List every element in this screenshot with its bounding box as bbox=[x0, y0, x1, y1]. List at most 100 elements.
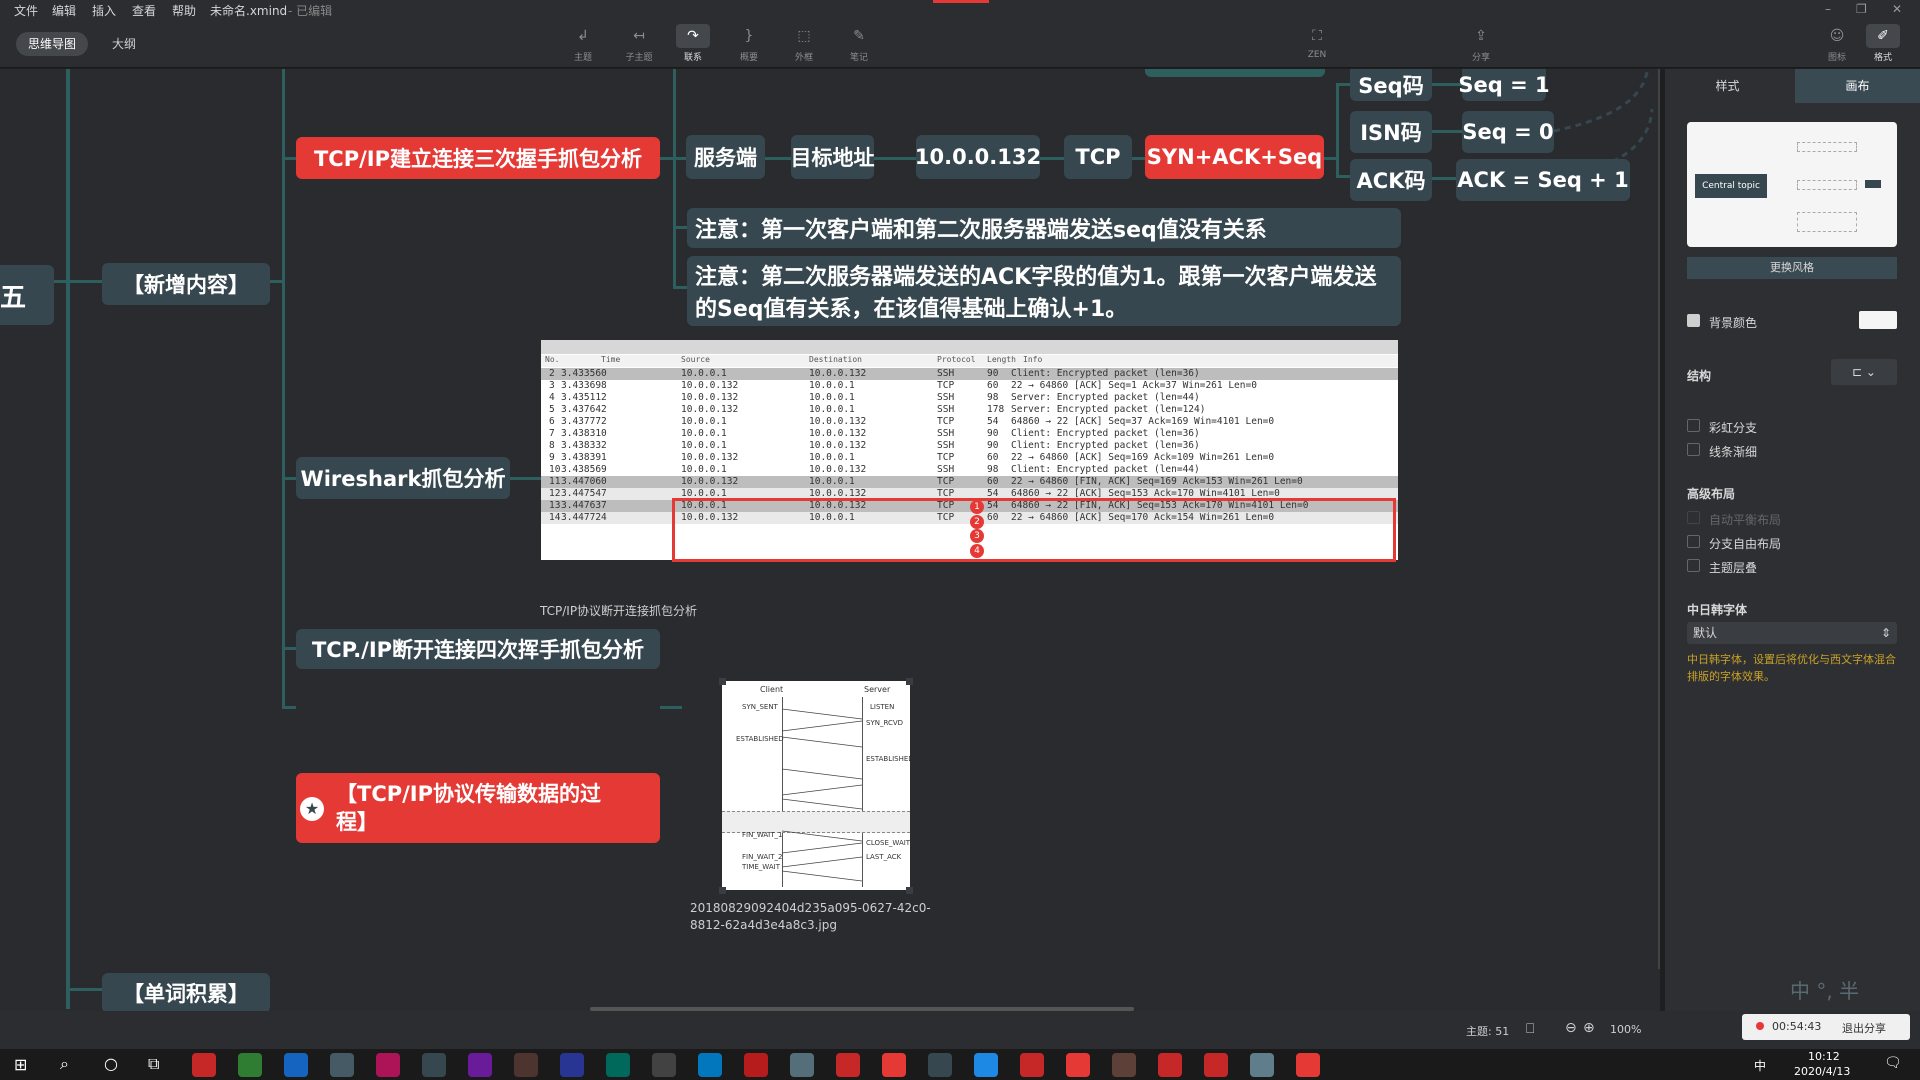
topic-tcp[interactable]: TCP bbox=[1064, 135, 1132, 179]
taper-checkbox[interactable] bbox=[1687, 443, 1700, 456]
app-icon[interactable] bbox=[284, 1053, 308, 1077]
exit-share-button[interactable]: 退出分享 bbox=[1842, 1020, 1886, 1036]
search-icon[interactable]: ⌕ bbox=[60, 1054, 69, 1074]
subtopic-tool[interactable]: ↤ 子主题 bbox=[616, 22, 662, 66]
style-preview[interactable]: Central topic bbox=[1687, 122, 1897, 247]
relationship-tool[interactable]: ↷ 联系 bbox=[670, 22, 716, 66]
parent-topic-stub[interactable]: 五 bbox=[0, 265, 54, 325]
rainbow-checkbox[interactable] bbox=[1687, 419, 1700, 432]
menu-insert[interactable]: 插入 bbox=[92, 2, 116, 19]
resize-handle[interactable] bbox=[906, 887, 913, 894]
app-icon[interactable] bbox=[192, 1053, 216, 1077]
topic-ack-code[interactable]: ACK码 bbox=[1350, 159, 1432, 201]
app-icon[interactable] bbox=[514, 1053, 538, 1077]
topic-seq-code[interactable]: Seq码 bbox=[1350, 69, 1432, 101]
topic-ip-address[interactable]: 10.0.0.132 bbox=[915, 135, 1041, 179]
app-icon[interactable] bbox=[790, 1053, 814, 1077]
topic-server[interactable]: 服务端 bbox=[686, 135, 765, 179]
menu-view[interactable]: 查看 bbox=[132, 2, 156, 19]
topic-overlap-checkbox[interactable] bbox=[1687, 559, 1700, 572]
topic-word-accumulation[interactable]: 【单词积累】 bbox=[102, 973, 270, 1011]
book-icon[interactable]: ⎕ bbox=[1526, 1021, 1534, 1037]
app-icon[interactable] bbox=[836, 1053, 860, 1077]
app-icon[interactable] bbox=[1250, 1053, 1274, 1077]
input-language[interactable]: 中 bbox=[1754, 1057, 1766, 1074]
connector bbox=[66, 988, 102, 991]
bg-color-swatch[interactable] bbox=[1859, 311, 1897, 329]
notes-tool[interactable]: ✎ 笔记 bbox=[836, 22, 882, 66]
boundary-tool[interactable]: ⬚ 外框 bbox=[781, 22, 827, 66]
zoom-in-icon[interactable]: ⊕ bbox=[1583, 1020, 1595, 1036]
resize-handle[interactable] bbox=[719, 887, 726, 894]
topic-isn-code[interactable]: ISN码 bbox=[1350, 111, 1432, 153]
cortana-icon[interactable]: ○ bbox=[104, 1054, 118, 1073]
tab-mindmap[interactable]: 思维导图 bbox=[16, 32, 89, 56]
vertical-scrollbar[interactable] bbox=[1658, 69, 1660, 969]
menu-help[interactable]: 帮助 bbox=[172, 2, 196, 19]
app-icon[interactable] bbox=[928, 1053, 952, 1077]
menu-file[interactable]: 文件 bbox=[14, 2, 38, 19]
summary-tool[interactable]: } 概要 bbox=[726, 22, 772, 66]
app-icon[interactable] bbox=[1112, 1053, 1136, 1077]
resize-handle[interactable] bbox=[906, 678, 913, 685]
topic-transfer-process[interactable]: ★ 【TCP/IP协议传输数据的过 程】 bbox=[296, 773, 660, 843]
relationship-icon: ↷ bbox=[676, 24, 710, 48]
menu-edit[interactable]: 编辑 bbox=[52, 2, 76, 19]
close-icon[interactable]: ✕ bbox=[1892, 2, 1902, 16]
app-icon[interactable] bbox=[1066, 1053, 1090, 1077]
app-icon[interactable] bbox=[652, 1053, 676, 1077]
resize-handle[interactable] bbox=[719, 678, 726, 685]
topic-ack-eq[interactable]: ACK = Seq + 1 bbox=[1456, 159, 1630, 201]
topic-wireshark[interactable]: Wireshark抓包分析 bbox=[296, 457, 510, 499]
app-icon[interactable] bbox=[376, 1053, 400, 1077]
topic-four-way-teardown[interactable]: TCP./IP断开连接四次挥手抓包分析 bbox=[296, 629, 660, 669]
xmind-taskbar-icon[interactable] bbox=[1296, 1053, 1320, 1077]
free-layout-checkbox[interactable] bbox=[1687, 535, 1700, 548]
packet-time: 3.438391 bbox=[561, 452, 607, 463]
note-ack-value[interactable]: 注意：第二次服务器端发送的ACK字段的值为1。跟第一次客户端发送 的Seq值有关… bbox=[687, 256, 1401, 326]
change-style-button[interactable]: 更换风格 bbox=[1687, 257, 1897, 279]
app-icon[interactable] bbox=[238, 1053, 262, 1077]
topic-new-content[interactable]: 【新增内容】 bbox=[102, 263, 270, 305]
tab-canvas[interactable]: 画布 bbox=[1795, 69, 1920, 103]
notification-icon[interactable]: 🗨 bbox=[1884, 1055, 1902, 1071]
icon-panel-button[interactable]: ☺ 图标 bbox=[1814, 22, 1860, 66]
topic-seq-eq-0[interactable]: Seq = 0 bbox=[1462, 111, 1554, 153]
tab-outline[interactable]: 大纲 bbox=[100, 32, 148, 56]
app-icon[interactable] bbox=[882, 1053, 906, 1077]
tcp-sequence-diagram-image[interactable]: Client Server SYN_SENT ESTABLISHED FIN_W… bbox=[722, 681, 910, 890]
maximize-icon[interactable]: ❐ bbox=[1856, 2, 1867, 16]
clock-date[interactable]: 2020/4/13 bbox=[1794, 1065, 1850, 1078]
app-icon[interactable] bbox=[1020, 1053, 1044, 1077]
app-icon[interactable] bbox=[1158, 1053, 1182, 1077]
app-icon[interactable] bbox=[468, 1053, 492, 1077]
app-icon[interactable] bbox=[560, 1053, 584, 1077]
structure-select[interactable]: ⊏ ⌄ bbox=[1831, 359, 1897, 385]
app-icon[interactable] bbox=[1204, 1053, 1228, 1077]
zen-button[interactable]: ⛶ ZEN bbox=[1294, 22, 1340, 66]
cjk-font-select[interactable]: 默认 ⇕ bbox=[1687, 622, 1897, 644]
app-icon[interactable] bbox=[330, 1053, 354, 1077]
topic-seq-eq-1[interactable]: Seq = 1 bbox=[1458, 69, 1550, 101]
topic-three-way-handshake[interactable]: TCP/IP建立连接三次握手抓包分析 bbox=[296, 137, 660, 179]
zoom-out-icon[interactable]: ⊖ bbox=[1565, 1020, 1577, 1036]
app-icon[interactable] bbox=[606, 1053, 630, 1077]
clock-time[interactable]: 10:12 bbox=[1808, 1050, 1840, 1063]
app-icon[interactable] bbox=[744, 1053, 768, 1077]
format-panel-button[interactable]: ✐ 格式 bbox=[1860, 22, 1906, 66]
app-icon[interactable] bbox=[698, 1053, 722, 1077]
tab-style[interactable]: 样式 bbox=[1665, 69, 1790, 103]
topic-dest-addr[interactable]: 目标地址 bbox=[791, 135, 875, 179]
task-view-icon[interactable]: ⧉ bbox=[148, 1054, 159, 1074]
share-button[interactable]: ⇪ 分享 bbox=[1458, 22, 1504, 66]
topic-syn-ack-seq[interactable]: SYN+ACK+Seq bbox=[1145, 135, 1324, 179]
app-icon[interactable] bbox=[422, 1053, 446, 1077]
app-icon[interactable] bbox=[974, 1053, 998, 1077]
bg-color-checkbox[interactable] bbox=[1687, 314, 1700, 327]
windows-start-icon[interactable]: ⊞ bbox=[14, 1055, 27, 1074]
auto-balance-checkbox[interactable] bbox=[1687, 511, 1700, 524]
zoom-level[interactable]: 100% bbox=[1610, 1023, 1641, 1036]
note-seq-unrelated[interactable]: 注意：第一次客户端和第二次服务器端发送seq值没有关系 bbox=[687, 208, 1401, 248]
topic-tool[interactable]: ↲ 主题 bbox=[560, 22, 606, 66]
minimize-icon[interactable]: – bbox=[1825, 2, 1831, 16]
